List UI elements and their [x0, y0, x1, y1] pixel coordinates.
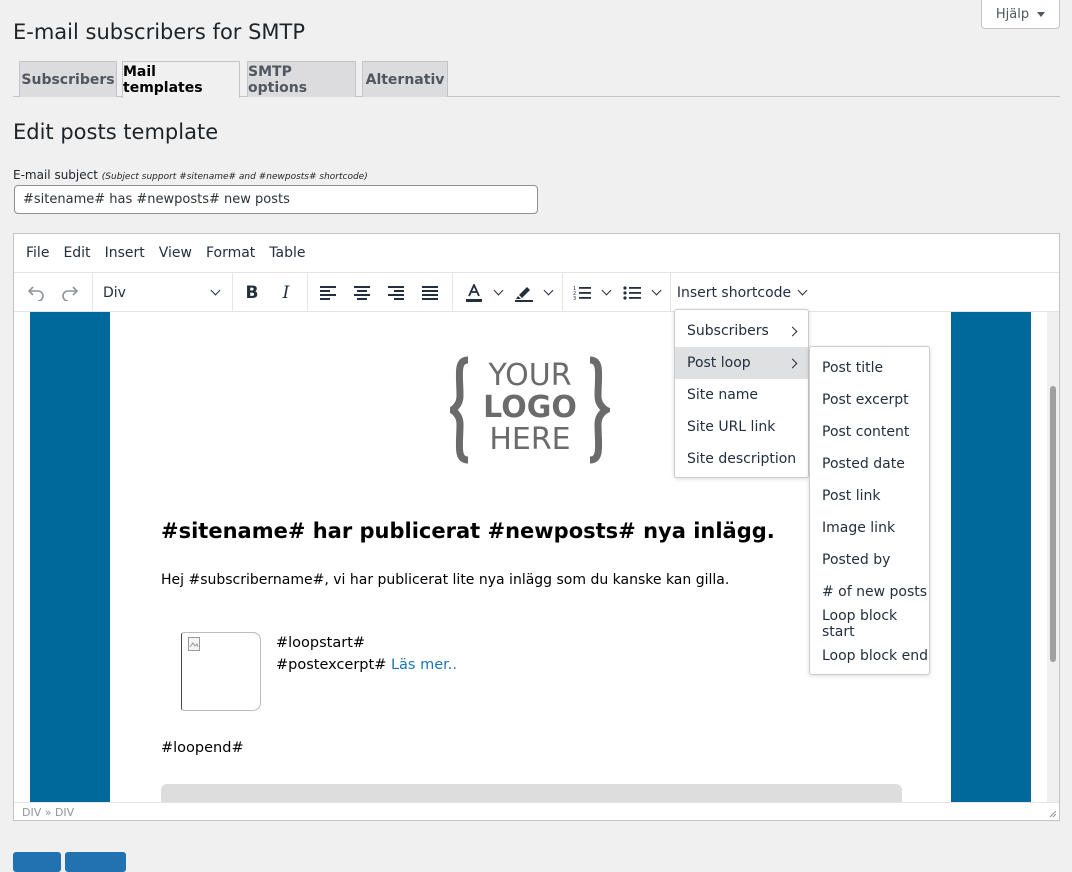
chevron-down-icon[interactable] — [488, 273, 508, 312]
cancel-button[interactable] — [65, 852, 126, 872]
email-side-band-left — [30, 312, 110, 802]
highlight-color-icon[interactable] — [510, 273, 538, 312]
toolbar-divider — [307, 273, 308, 312]
email-side-band-right — [951, 312, 1031, 802]
submenu-item-post-link[interactable]: Post link — [810, 480, 929, 512]
block-format-select[interactable]: Div — [93, 273, 229, 312]
svg-text:3: 3 — [573, 296, 576, 301]
post-thumbnail — [181, 632, 261, 711]
logo-line-1: YOUR — [488, 358, 572, 393]
subject-label-text: E-mail subject — [13, 168, 98, 182]
loopend-text: #loopend# — [161, 740, 244, 756]
redo-icon[interactable] — [56, 273, 84, 312]
menu-item-site-name[interactable]: Site name — [675, 379, 808, 411]
editor-scrollbar[interactable] — [1047, 312, 1059, 802]
submenu-item-loop-block-start[interactable]: Loop block start — [810, 608, 929, 640]
menu-item-site-url-link[interactable]: Site URL link — [675, 411, 808, 443]
loopstart-text: #loopstart# — [276, 635, 366, 651]
insert-shortcode-label: Insert shortcode — [676, 284, 792, 301]
page-title: E-mail subscribers for SMTP — [13, 20, 306, 44]
menu-format[interactable]: Format — [199, 245, 262, 261]
toolbar-divider — [452, 273, 453, 312]
align-justify-icon[interactable] — [416, 273, 444, 312]
tab-bar: Subscribers Mail templates SMTP options … — [13, 61, 1060, 98]
toolbar-divider — [670, 273, 671, 312]
menu-item-label: Post loop — [687, 355, 751, 371]
align-left-icon[interactable] — [314, 273, 342, 312]
submenu-item-post-content[interactable]: Post content — [810, 416, 929, 448]
menu-item-site-description[interactable]: Site description — [675, 443, 808, 475]
menu-view[interactable]: View — [152, 245, 199, 261]
menu-item-post-loop[interactable]: Post loop — [675, 347, 808, 379]
help-label: Hjälp — [995, 6, 1030, 22]
caret-down-icon — [1037, 11, 1046, 17]
submenu-item-post-title[interactable]: Post title — [810, 352, 929, 384]
submenu-item-loop-block-end[interactable]: Loop block end — [810, 640, 929, 672]
menu-edit[interactable]: Edit — [56, 245, 97, 261]
submenu-item-image-link[interactable]: Image link — [810, 512, 929, 544]
broken-image-icon — [188, 637, 200, 651]
email-footer-box — [161, 784, 902, 802]
chevron-down-icon — [797, 285, 808, 296]
resize-handle-icon[interactable] — [1049, 810, 1057, 818]
block-format-value: Div — [103, 284, 126, 301]
logo-line-3: HERE — [489, 422, 571, 457]
menu-item-subscribers[interactable]: Subscribers — [675, 315, 808, 347]
undo-icon[interactable] — [22, 273, 50, 312]
align-right-icon[interactable] — [382, 273, 410, 312]
text-color-icon[interactable] — [460, 273, 488, 312]
bullet-list-icon[interactable] — [618, 273, 646, 312]
element-path[interactable]: DIV » DIV — [22, 806, 74, 819]
subject-input[interactable]: #sitename# has #newposts# new posts — [14, 185, 538, 214]
post-loop-submenu: Post title Post excerpt Post content Pos… — [809, 346, 930, 675]
tab-subscribers[interactable]: Subscribers — [19, 61, 117, 97]
menu-file[interactable]: File — [19, 245, 56, 261]
chevron-down-icon[interactable] — [596, 273, 616, 312]
submenu-item-post-excerpt[interactable]: Post excerpt — [810, 384, 929, 416]
submenu-item-posted-by[interactable]: Posted by — [810, 544, 929, 576]
submenu-item-new-posts-count[interactable]: # of new posts — [810, 576, 929, 608]
section-title: Edit posts template — [13, 120, 219, 144]
align-center-icon[interactable] — [348, 273, 376, 312]
tab-alternativ[interactable]: Alternativ — [362, 61, 448, 97]
subject-label: E-mail subject (Subject support #sitenam… — [13, 168, 368, 182]
insert-shortcode-button[interactable]: Insert shortcode — [674, 273, 809, 312]
chevron-right-icon — [787, 326, 798, 336]
scrollbar-thumb[interactable] — [1050, 386, 1056, 662]
help-button[interactable]: Hjälp — [981, 0, 1060, 29]
email-intro: Hej #subscribername#, vi har publicerat … — [161, 572, 730, 588]
tab-smtp-options[interactable]: SMTP options — [247, 61, 356, 97]
submenu-item-posted-date[interactable]: Posted date — [810, 448, 929, 480]
italic-icon[interactable]: I — [272, 273, 300, 312]
read-more-link[interactable]: Läs mer.. — [391, 657, 457, 673]
editor-menubar: File Edit Insert View Format Table — [14, 234, 1059, 273]
menu-insert[interactable]: Insert — [98, 245, 152, 261]
editor-statusbar: DIV » DIV — [14, 802, 1059, 821]
postexcerpt-text: #postexcerpt# — [276, 657, 387, 673]
menu-table[interactable]: Table — [262, 245, 312, 261]
chevron-down-icon[interactable] — [646, 273, 666, 312]
chevron-right-icon — [787, 358, 798, 368]
loop-block: #loopstart# #postexcerpt# Läs mer.. — [276, 632, 457, 676]
toolbar-divider — [562, 273, 563, 312]
toolbar-divider — [232, 273, 233, 312]
subject-hint: (Subject support #sitename# and #newpost… — [101, 172, 368, 182]
tab-mail-templates[interactable]: Mail templates — [122, 61, 240, 98]
chevron-down-icon — [210, 285, 221, 296]
save-button[interactable] — [13, 852, 61, 872]
bold-icon[interactable]: B — [238, 273, 266, 312]
editor-toolbar: Div B I 123 Insert shortcode — [14, 273, 1059, 312]
menu-item-label: Subscribers — [687, 323, 769, 339]
postexcerpt-line: #postexcerpt# Läs mer.. — [276, 654, 457, 676]
email-heading: #sitename# har publicerat #newposts# nya… — [161, 519, 775, 543]
shortcode-menu: Subscribers Post loop Site name Site URL… — [674, 309, 809, 478]
logo-placeholder: YOUR LOGO HERE — [444, 356, 614, 468]
logo-line-2: LOGO — [483, 390, 577, 425]
chevron-down-icon[interactable] — [538, 273, 558, 312]
numbered-list-icon[interactable]: 123 — [568, 273, 596, 312]
